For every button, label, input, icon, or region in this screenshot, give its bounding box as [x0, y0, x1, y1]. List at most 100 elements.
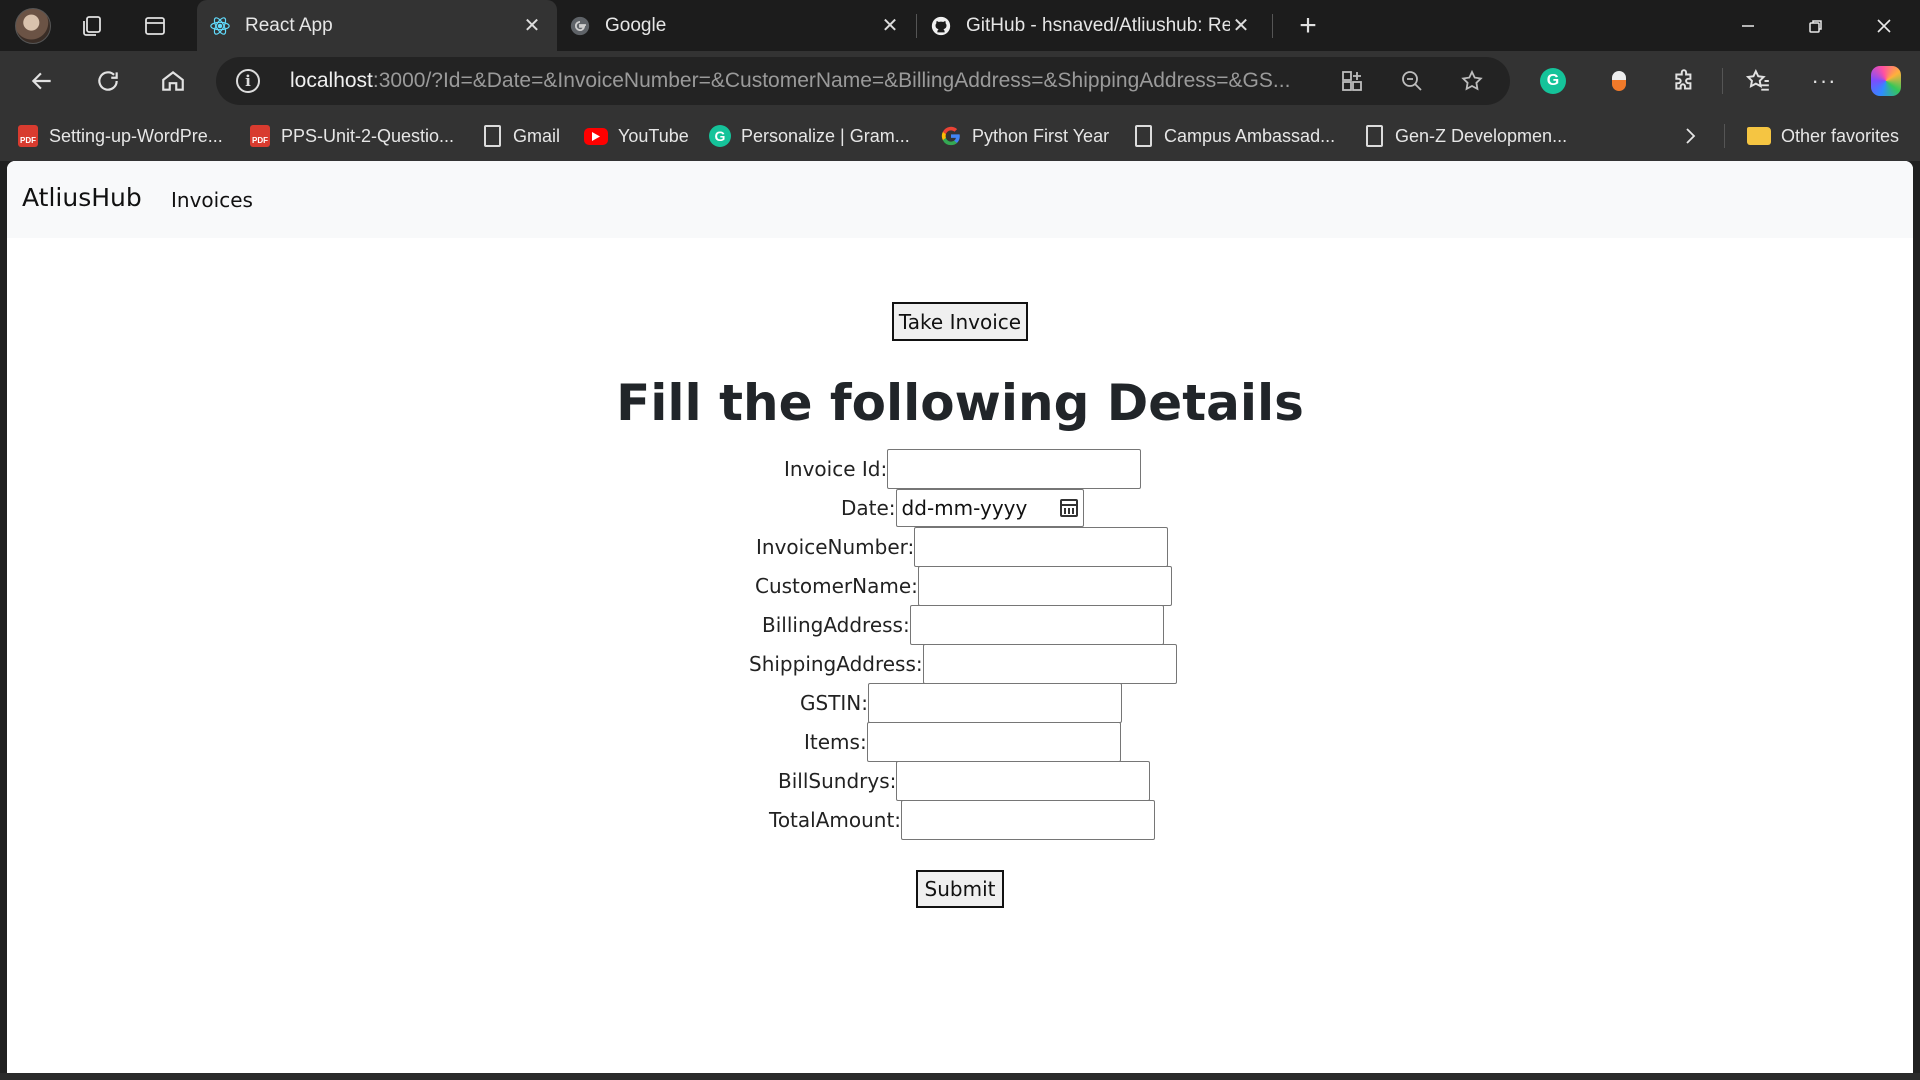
site-info-icon[interactable]: i [236, 69, 260, 93]
billing-address-input[interactable] [909, 605, 1164, 645]
bookmark-item[interactable]: Gen-Z Developmen... [1363, 121, 1567, 151]
take-invoice-button[interactable]: Take Invoice [892, 302, 1028, 341]
invoice-id-input[interactable] [887, 449, 1142, 489]
total-amount-label: TotalAmount: [769, 808, 902, 832]
close-tab-icon[interactable]: ✕ [1230, 13, 1252, 38]
github-icon [931, 16, 951, 35]
extensions-button[interactable] [1665, 61, 1705, 101]
workspaces-button[interactable] [72, 6, 112, 46]
calendar-icon[interactable] [1059, 498, 1078, 517]
shipping-address-input[interactable] [922, 644, 1177, 684]
bookmark-label: Personalize | Gram... [741, 125, 910, 146]
restore-button[interactable] [1782, 0, 1850, 51]
form-row-customer-name: CustomerName: [755, 566, 1172, 606]
gstin-label: GSTIN: [800, 691, 869, 715]
form-row-items: Items: [804, 722, 1121, 762]
zoom-out-icon [1402, 71, 1422, 91]
url-text[interactable]: localhost:3000/?Id=&Date=&InvoiceNumber=… [290, 69, 1330, 93]
form-row-invoice-id: Invoice Id: [784, 449, 1142, 489]
google-icon [570, 16, 590, 35]
refresh-button[interactable] [88, 61, 128, 101]
form-row-billing-address: BillingAddress: [762, 605, 1164, 645]
bill-sundrys-label: BillSundrys: [778, 769, 897, 793]
bookmark-item[interactable]: Campus Ambassad... [1132, 121, 1335, 151]
other-favorites-folder[interactable]: Other favorites [1747, 121, 1899, 151]
tab-google[interactable]: Google ✕ [557, 0, 915, 51]
tab-actions-icon [145, 17, 165, 35]
copilot-button[interactable] [1866, 61, 1906, 101]
tab-react-app[interactable]: React App ✕ [197, 0, 557, 51]
back-button[interactable] [22, 61, 62, 101]
bookmark-label: Campus Ambassad... [1164, 125, 1336, 146]
tab-divider [1272, 14, 1273, 38]
more-bookmarks-button[interactable] [1680, 121, 1700, 151]
form-row-bill-sundrys: BillSundrys: [778, 761, 1151, 801]
favorite-button[interactable] [1456, 65, 1488, 97]
grammarly-extension-button[interactable]: G [1533, 61, 1573, 101]
grammarly-icon: G [709, 125, 731, 147]
vertical-tabs-button[interactable] [135, 6, 175, 46]
bookmark-item[interactable]: Gmail [481, 121, 560, 151]
tab-github[interactable]: GitHub - hsnaved/Atliushub: Recr ✕ [918, 0, 1266, 51]
folder-icon [1747, 127, 1771, 145]
tab-title: React App [245, 14, 333, 36]
favorites-icon [1745, 68, 1769, 91]
back-arrow-icon [31, 72, 51, 90]
tab-strip: React App ✕ Google ✕ GitHub - hsnaved/At… [0, 0, 1920, 51]
chevron-right-icon [1686, 128, 1696, 144]
avatar [15, 8, 51, 44]
close-window-button[interactable] [1850, 0, 1918, 51]
bookmark-label: Gen-Z Developmen... [1395, 125, 1568, 146]
favorites-button[interactable] [1738, 61, 1778, 101]
pdf-icon: PDF [18, 125, 38, 147]
home-button[interactable] [153, 61, 193, 101]
invoice-number-input[interactable] [914, 527, 1169, 567]
refresh-icon [98, 71, 118, 91]
form-row-invoice-number: InvoiceNumber: [756, 527, 1169, 567]
bookmark-label: Other favorites [1781, 125, 1900, 146]
bookmark-label: YouTube [618, 125, 689, 146]
new-tab-button[interactable]: + [1288, 6, 1328, 46]
restore-icon [1809, 19, 1822, 33]
puzzle-icon [1675, 69, 1692, 90]
items-label: Items: [804, 730, 867, 754]
minimize-icon [1742, 24, 1754, 27]
form-row-total-amount: TotalAmount: [769, 800, 1156, 840]
brand-link[interactable]: AtliusHub [22, 183, 142, 212]
page-title: Fill the following Details [616, 374, 1304, 432]
form-row-shipping-address: ShippingAddress: [749, 644, 1177, 684]
nav-invoices-link[interactable]: Invoices [171, 188, 253, 212]
total-amount-input[interactable] [901, 800, 1156, 840]
extension-button[interactable] [1599, 61, 1639, 101]
gstin-input[interactable] [868, 683, 1123, 723]
items-input[interactable] [866, 722, 1121, 762]
close-tab-icon[interactable]: ✕ [521, 13, 543, 38]
zoom-button[interactable] [1396, 65, 1428, 97]
bookmark-item[interactable]: G Personalize | Gram... [709, 121, 910, 151]
close-tab-icon[interactable]: ✕ [879, 13, 901, 38]
bookmark-item[interactable]: Python First Year [940, 121, 1109, 151]
date-placeholder: dd-mm-yyyy [901, 495, 1028, 520]
bookmark-item[interactable]: YouTube [584, 121, 689, 151]
minimize-button[interactable] [1714, 0, 1782, 51]
profile-avatar-button[interactable] [13, 6, 53, 46]
copilot-icon [1871, 66, 1901, 96]
settings-more-button[interactable]: ··· [1804, 61, 1844, 101]
submit-button[interactable]: Submit [916, 870, 1004, 908]
customer-name-input[interactable] [917, 566, 1172, 606]
bookmark-item[interactable]: PDF Setting-up-WordPre... [17, 121, 223, 151]
google-icon [941, 126, 960, 146]
tab-title: GitHub - hsnaved/Atliushub: Recr [966, 14, 1230, 36]
address-bar[interactable]: i localhost:3000/?Id=&Date=&InvoiceNumbe… [216, 57, 1510, 105]
youtube-icon [584, 127, 608, 145]
more-icon: ··· [1811, 68, 1837, 93]
bill-sundrys-input[interactable] [896, 761, 1151, 801]
date-label: Date: [841, 495, 896, 520]
favorites-divider [1724, 124, 1725, 148]
apps-icon [1342, 71, 1362, 91]
bookmark-item[interactable]: PDF PPS-Unit-2-Questio... [249, 121, 454, 151]
browser-toolbar: i localhost:3000/?Id=&Date=&InvoiceNumbe… [0, 51, 1920, 111]
workspaces-icon [83, 16, 101, 36]
date-input[interactable]: dd-mm-yyyy [895, 488, 1084, 527]
app-available-button[interactable] [1336, 65, 1368, 97]
